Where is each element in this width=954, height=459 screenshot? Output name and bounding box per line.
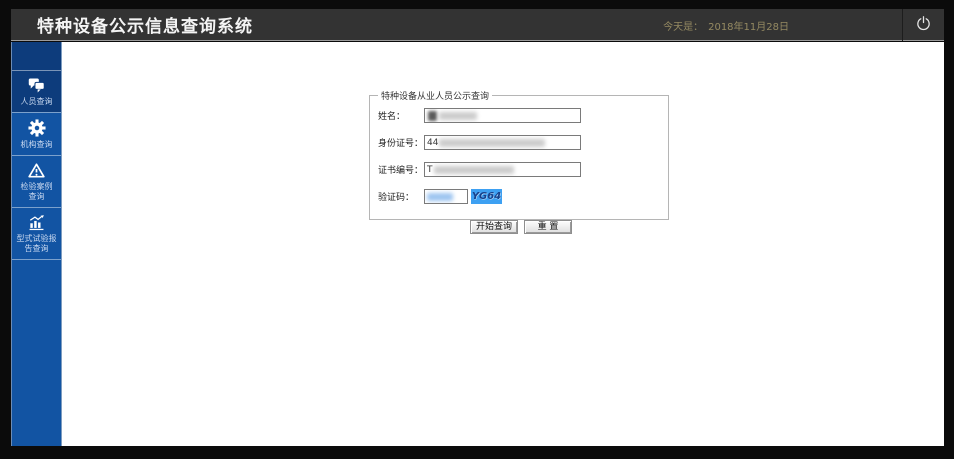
form-buttons-row: 开始查询 重 置 bbox=[378, 220, 660, 234]
personnel-query-fieldset: 特种设备从业人员公示查询 姓名： 身份证号： 44 bbox=[369, 89, 669, 220]
sidebar-item-label: 查询 bbox=[13, 192, 60, 202]
name-field-row: 姓名： bbox=[378, 108, 660, 123]
sidebar-item-organization-query[interactable]: 机构查询 bbox=[12, 112, 61, 155]
sidebar-filler bbox=[12, 259, 61, 260]
certificate-number-value-redacted bbox=[434, 166, 514, 174]
id-number-field-row: 身份证号： 44 bbox=[378, 135, 660, 150]
name-value-redacted bbox=[428, 111, 437, 121]
captcha-value-redacted bbox=[427, 193, 453, 201]
captcha-label: 验证码： bbox=[378, 190, 424, 203]
sidebar-item-personnel-query[interactable]: 人员查询 bbox=[12, 70, 61, 112]
id-number-value-visible: 44 bbox=[427, 138, 438, 148]
sidebar-item-label: 人员查询 bbox=[13, 97, 60, 107]
sidebar-item-inspection-case-query[interactable]: 检验案例 查询 bbox=[12, 155, 61, 207]
captcha-image[interactable]: YG64 bbox=[471, 189, 502, 204]
gear-icon bbox=[13, 119, 60, 137]
app-title: 特种设备公示信息查询系统 bbox=[37, 12, 253, 37]
power-icon bbox=[915, 15, 932, 36]
id-number-label: 身份证号： bbox=[378, 136, 424, 149]
name-value-redacted bbox=[439, 112, 477, 120]
bar-chart-icon bbox=[13, 214, 60, 231]
sidebar-item-label: 检验案例 bbox=[13, 182, 60, 192]
certificate-number-label: 证书编号： bbox=[378, 163, 424, 176]
id-number-input[interactable]: 44 bbox=[424, 135, 581, 150]
captcha-field-row: 验证码： YG64 bbox=[378, 189, 660, 204]
date-display: 今天是： 2018年11月28日 bbox=[663, 9, 789, 41]
main-panel: 特种设备从业人员公示查询 姓名： 身份证号： 44 bbox=[64, 42, 944, 446]
captcha-input[interactable] bbox=[424, 189, 468, 204]
sidebar-item-label: 告查询 bbox=[13, 244, 60, 254]
start-query-button[interactable]: 开始查询 bbox=[470, 220, 518, 234]
sidebar: 人员查询 bbox=[11, 42, 62, 446]
fieldset-legend: 特种设备从业人员公示查询 bbox=[378, 89, 492, 102]
date-value: 2018年11月28日 bbox=[708, 18, 789, 33]
sidebar-item-label: 机构查询 bbox=[13, 140, 60, 150]
id-number-value-redacted bbox=[439, 139, 545, 147]
sidebar-item-type-test-report-query[interactable]: 型式试验报 告查询 bbox=[12, 207, 61, 259]
certificate-number-field-row: 证书编号： T bbox=[378, 162, 660, 177]
reset-button[interactable]: 重 置 bbox=[524, 220, 572, 234]
sidebar-item-label: 型式试验报 bbox=[13, 234, 60, 244]
header-bar: 特种设备公示信息查询系统 今天是： 2018年11月28日 bbox=[11, 9, 944, 41]
sidebar-top-stub bbox=[12, 42, 61, 70]
content-area: 人员查询 bbox=[11, 42, 944, 446]
certificate-number-input[interactable]: T bbox=[424, 162, 581, 177]
name-input[interactable] bbox=[424, 108, 581, 123]
date-prefix: 今天是： bbox=[663, 18, 703, 33]
chat-bubbles-icon bbox=[13, 77, 60, 94]
logout-button[interactable] bbox=[902, 9, 944, 41]
certificate-number-value-visible: T bbox=[427, 165, 433, 175]
page-frame: 特种设备公示信息查询系统 今天是： 2018年11月28日 bbox=[0, 0, 954, 459]
name-label: 姓名： bbox=[378, 109, 424, 122]
warning-triangle-icon bbox=[13, 162, 60, 179]
